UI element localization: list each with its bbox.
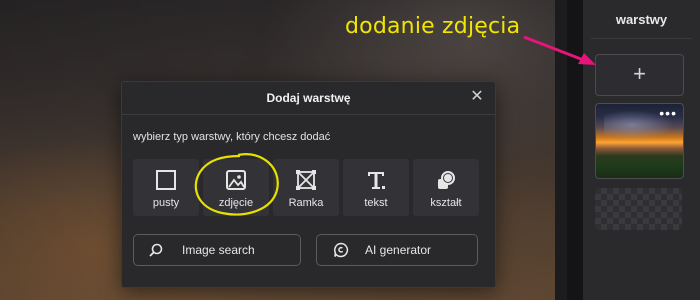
layer-type-empty[interactable]: pusty <box>133 159 199 216</box>
layer-type-label: Ramka <box>288 197 324 209</box>
shape-icon <box>413 169 479 191</box>
text-icon <box>343 169 409 191</box>
layer-type-image[interactable]: zdjęcie <box>203 159 269 216</box>
layer-type-label: kształt <box>430 197 462 209</box>
dialog-title: Dodaj warstwę <box>266 91 351 105</box>
add-layer-dialog: Dodaj warstwę ✕ wybierz typ warstwy, któ… <box>121 81 496 288</box>
canvas-scrollbar[interactable] <box>567 0 583 300</box>
layer-type-shape[interactable]: kształt <box>413 159 479 216</box>
close-icon[interactable]: ✕ <box>469 88 485 106</box>
layer-thumbnail[interactable]: ••• <box>595 103 684 179</box>
layer-type-text[interactable]: tekst <box>343 159 409 216</box>
empty-layer-slot[interactable] <box>595 188 682 230</box>
image-search-label: Image search <box>182 243 255 257</box>
divider <box>591 38 692 39</box>
image-search-button[interactable]: Image search <box>133 234 301 266</box>
ai-generator-button[interactable]: AI generator <box>316 234 478 266</box>
frame-icon <box>273 169 339 191</box>
annotation-label: dodanie zdjęcia <box>345 14 521 39</box>
more-options-icon[interactable]: ••• <box>659 106 677 120</box>
layer-type-label: zdjęcie <box>218 197 254 209</box>
ai-icon <box>334 242 349 258</box>
layer-type-frame[interactable]: Ramka <box>273 159 339 216</box>
ai-generator-label: AI generator <box>365 243 432 257</box>
add-layer-button[interactable]: + <box>595 54 684 96</box>
layers-title: warstwy <box>615 12 668 27</box>
layer-type-label: pusty <box>152 197 180 209</box>
dialog-header: Dodaj warstwę ✕ <box>122 82 495 115</box>
image-icon <box>203 169 269 191</box>
layers-panel: warstwy + ••• <box>583 0 700 300</box>
square-icon <box>133 169 199 191</box>
dialog-subtitle: wybierz typ warstwy, który chcesz dodać <box>133 131 331 143</box>
search-icon <box>149 243 163 257</box>
layer-type-label: tekst <box>364 197 388 209</box>
